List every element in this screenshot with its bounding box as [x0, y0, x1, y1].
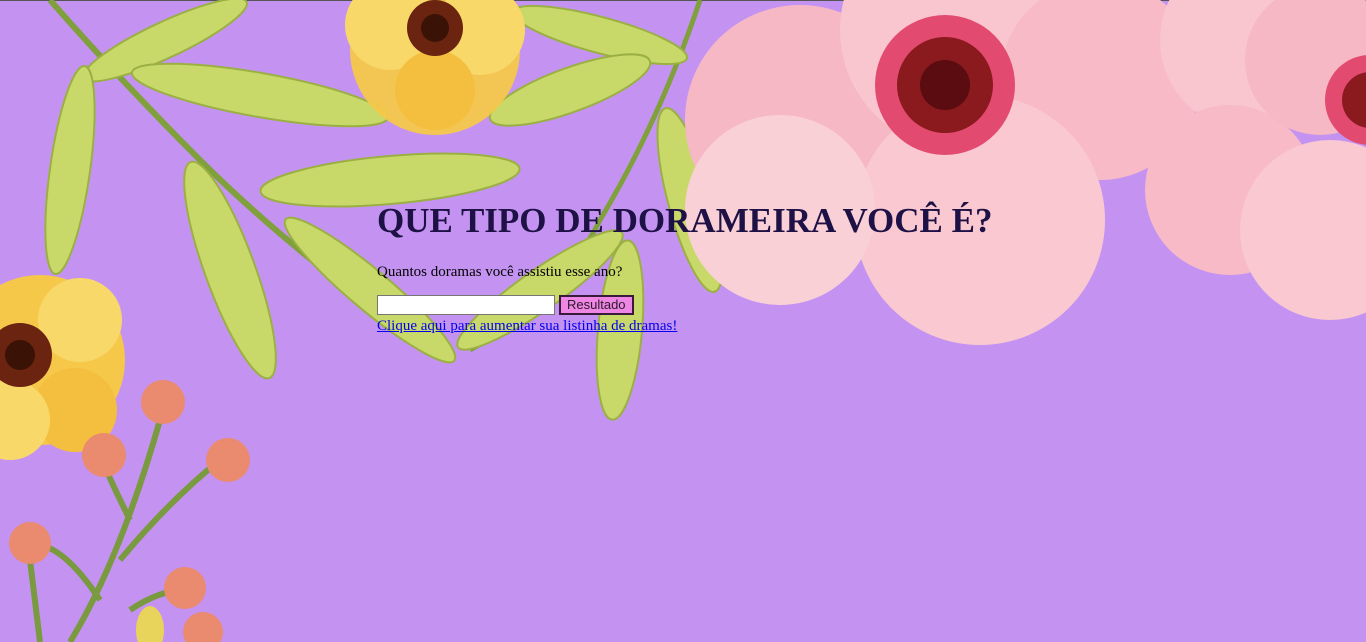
dorama-count-input[interactable] — [377, 295, 555, 315]
pink-flower-right — [1145, 0, 1366, 320]
result-button[interactable]: Resultado — [559, 295, 634, 315]
page-title: QUE TIPO DE DORAMEIRA VOCÊ É? — [377, 201, 993, 240]
drama-list-link[interactable]: Clique aqui para aumentar sua listinha d… — [377, 317, 992, 335]
quiz-container: QUE TIPO DE DORAMEIRA VOCÊ É? Quantos do… — [377, 198, 992, 335]
question-label: Quantos doramas você assistiu esse ano? — [377, 264, 623, 280]
yellow-flower-left — [0, 275, 125, 460]
answer-form: Resultado — [377, 294, 992, 316]
